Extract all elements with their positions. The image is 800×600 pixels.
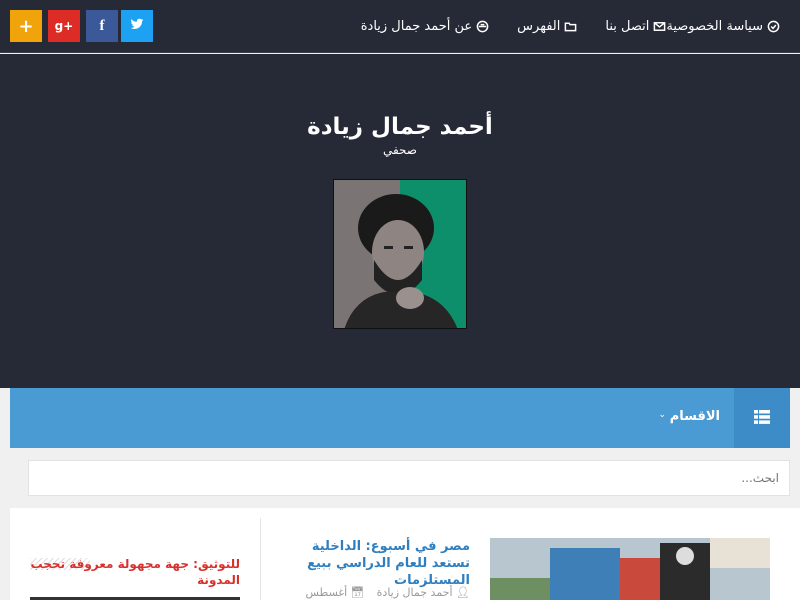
facebook-button[interactable]: f [86, 10, 118, 42]
envelope-icon [653, 20, 666, 33]
user-secret-icon [476, 20, 489, 33]
post-author[interactable]: 👤︎ أحمد جمال زيادة [377, 586, 470, 599]
categories-menu-label[interactable]: الاقسام [670, 409, 720, 424]
column-divider [260, 518, 261, 600]
menu-item-contact[interactable]: اتصل بنا [605, 19, 666, 34]
check-circle-icon [767, 20, 780, 33]
menu-item-label: سياسة الخصوصية [666, 19, 763, 34]
post-date-text: أغسطس [305, 586, 348, 599]
main-content: مصر في أسبوع: الداخلية تستعد للعام الدرا… [10, 508, 800, 600]
user-icon: 👤︎ [452, 586, 470, 599]
plus-icon: + [18, 15, 34, 37]
calendar-icon: 📅︎ [347, 586, 365, 599]
menu-item-label: الفهرس [517, 19, 561, 34]
social-buttons: + g+ f [10, 10, 153, 42]
post-thumbnail[interactable] [490, 538, 770, 600]
folder-icon [564, 20, 577, 33]
menu-item-label: عن أحمد جمال زيادة [360, 19, 473, 34]
top-navbar: + g+ f عن أحمد جمال زيادة الفهرس اتصل بن… [0, 0, 800, 53]
category-list-button[interactable] [734, 388, 790, 448]
facebook-icon: f [99, 17, 105, 34]
site-description: صحفي [382, 143, 417, 157]
menu-item-label: اتصل بنا [605, 19, 650, 34]
post-date: 📅︎ أغسطس [306, 586, 365, 599]
post-meta: 👤︎ أحمد جمال زيادة 📅︎ أغسطس [280, 586, 470, 599]
post-title-link[interactable]: مصر في أسبوع: الداخلية تستعد للعام الدرا… [280, 538, 470, 589]
chevron-down-icon[interactable]: ⌄ [658, 410, 666, 420]
search-input[interactable] [28, 460, 790, 496]
share-plus-button[interactable]: + [10, 10, 42, 42]
google-plus-button[interactable]: g+ [48, 10, 80, 42]
list-icon [754, 409, 770, 428]
menu-item-index[interactable]: الفهرس [517, 19, 577, 34]
post-author-name: أحمد جمال زيادة [376, 586, 453, 599]
sidebar-post-title[interactable]: للتوثيق: جهة مجهولة معروفة تحجب المدونة [30, 556, 240, 588]
menu-item-privacy[interactable]: سياسة الخصوصية [666, 19, 780, 34]
site-title[interactable]: أحمد جمال زيادة [0, 114, 800, 140]
twitter-button[interactable] [121, 10, 153, 42]
menu-item-about[interactable]: عن أحمد جمال زيادة [361, 19, 489, 34]
google-plus-icon: g+ [54, 19, 74, 33]
category-bar: الاقسام ⌄ [10, 388, 790, 448]
twitter-icon [130, 17, 144, 35]
search-section [0, 448, 800, 508]
main-menu: عن أحمد جمال زيادة الفهرس اتصل بنا سياسة… [333, 0, 780, 53]
site-header: أحمد جمال زيادة صحفي [0, 54, 800, 388]
profile-image [333, 179, 467, 329]
